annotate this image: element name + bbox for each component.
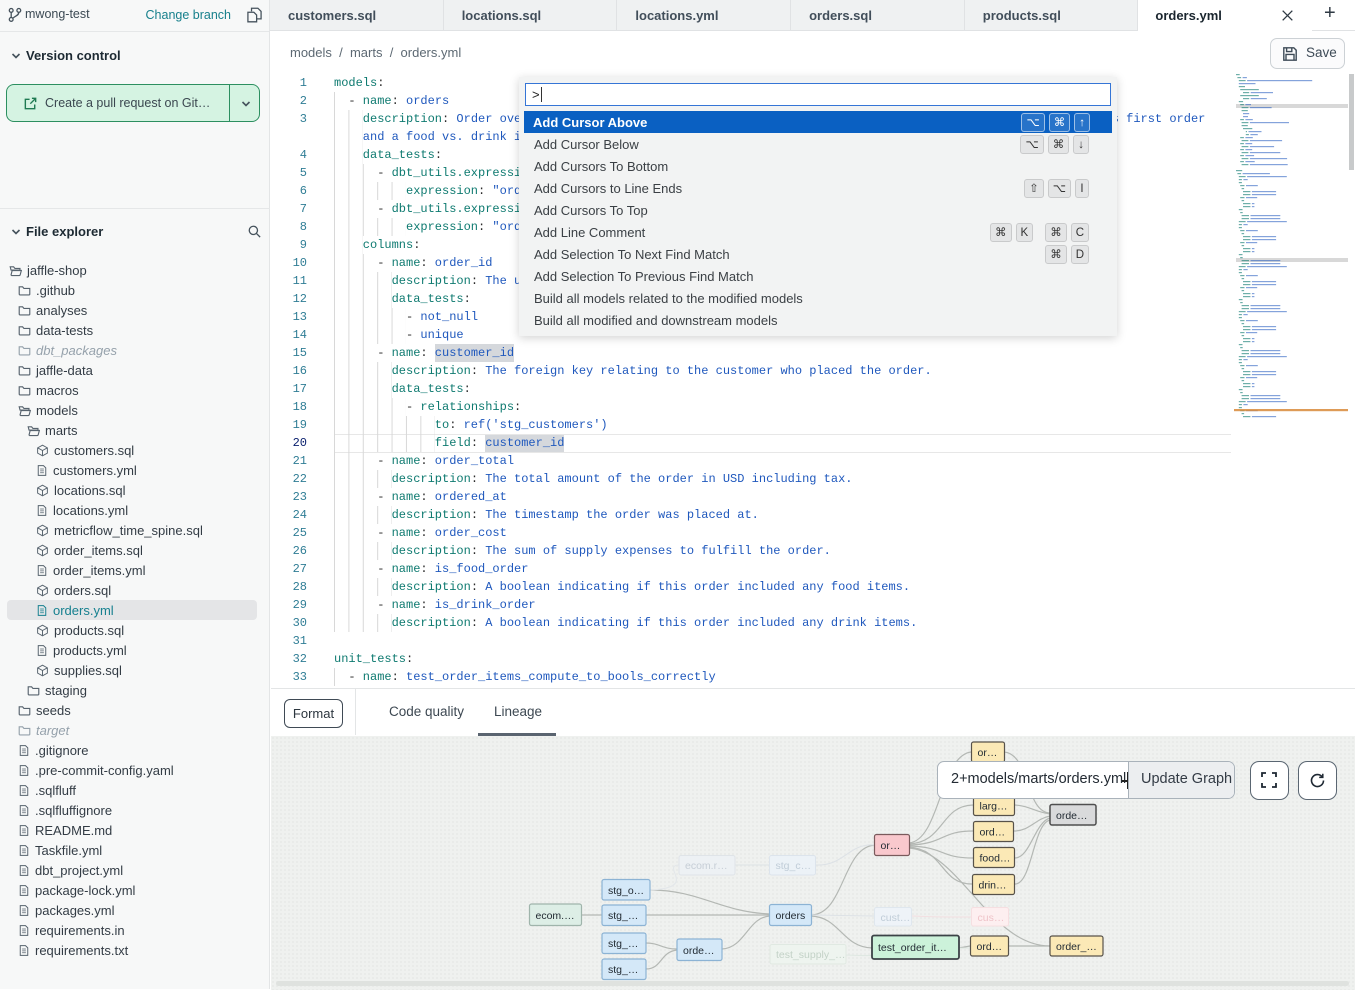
svg-text:orde…: orde… xyxy=(683,945,715,957)
svg-text:test_order_it…: test_order_it… xyxy=(878,942,947,954)
svg-text:ecom.r…: ecom.r… xyxy=(685,860,728,872)
svg-text:ord…: ord… xyxy=(977,941,1003,953)
svg-text:ecom.…: ecom.… xyxy=(536,910,575,922)
svg-text:or…: or… xyxy=(978,747,998,759)
svg-text:drin…: drin… xyxy=(979,880,1007,892)
svg-text:orders: orders xyxy=(776,910,806,922)
svg-text:food…: food… xyxy=(980,853,1011,865)
svg-text:stg_c…: stg_c… xyxy=(776,860,812,872)
svg-text:orde…: orde… xyxy=(1056,810,1088,822)
svg-text:cust…: cust… xyxy=(881,912,911,924)
svg-text:cus…: cus… xyxy=(978,912,1005,924)
svg-text:stg_…: stg_… xyxy=(608,910,638,922)
svg-text:order_…: order_… xyxy=(1056,941,1097,953)
svg-text:stg_…: stg_… xyxy=(608,964,638,976)
svg-text:ord…: ord… xyxy=(980,827,1006,839)
svg-text:stg_o…: stg_o… xyxy=(608,885,644,897)
svg-text:or…: or… xyxy=(881,840,901,852)
svg-text:stg_…: stg_… xyxy=(608,938,638,950)
svg-text:larg…: larg… xyxy=(980,801,1008,813)
svg-text:test_supply_…: test_supply_… xyxy=(776,949,845,961)
